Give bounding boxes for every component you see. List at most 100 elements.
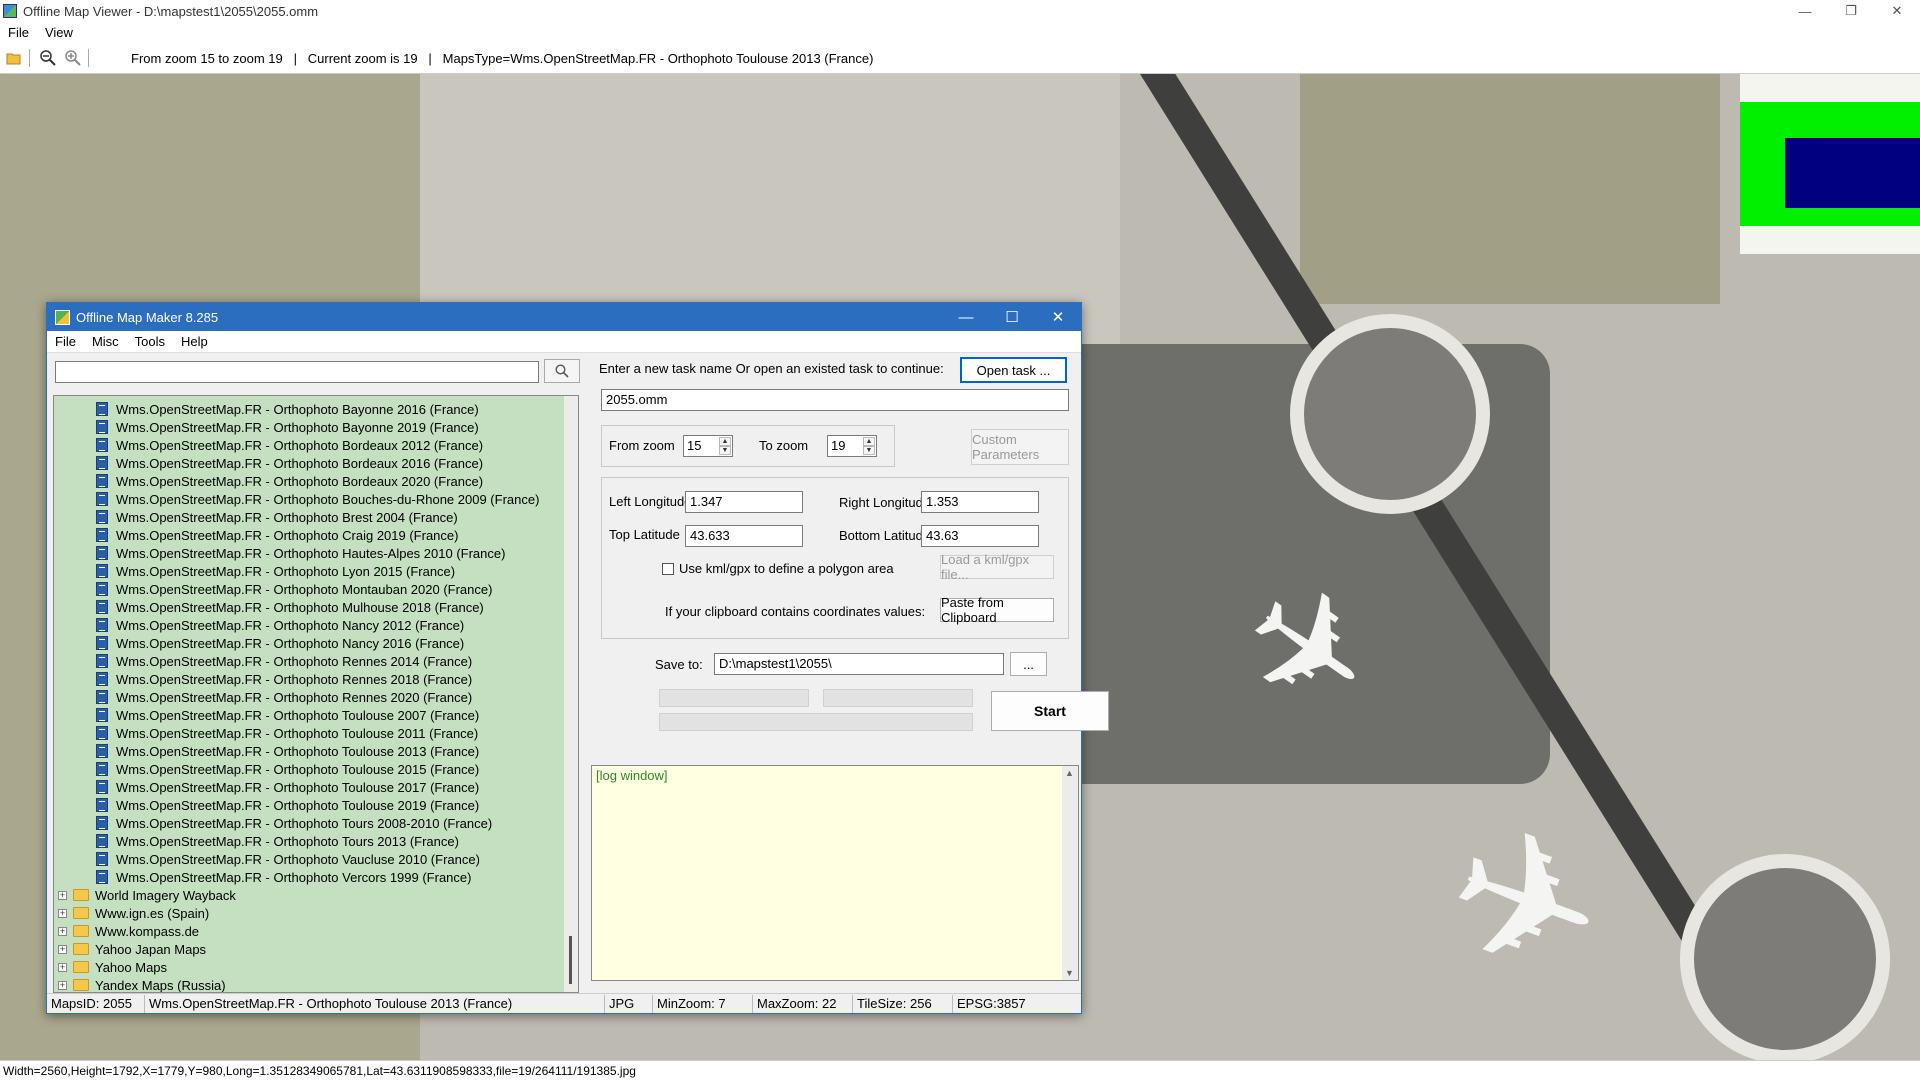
paste-clipboard-button[interactable]: Paste from Clipboard	[940, 595, 1054, 625]
tree-item-map[interactable]: Wms.OpenStreetMap.FR - Orthophoto Hautes…	[96, 544, 505, 562]
tree-item-map[interactable]: Wms.OpenStreetMap.FR - Orthophoto Toulou…	[96, 724, 478, 742]
tree-item-map[interactable]: Wms.OpenStreetMap.FR - Orthophoto Toulou…	[96, 760, 479, 778]
tree-item-map[interactable]: Wms.OpenStreetMap.FR - Orthophoto Bordea…	[96, 472, 483, 490]
dialog-maximize-button[interactable]: ☐	[989, 303, 1035, 331]
log-scrollbar[interactable]: ▲ ▼	[1062, 766, 1078, 980]
tree-item-map[interactable]: Wms.OpenStreetMap.FR - Orthophoto Craig …	[96, 526, 458, 544]
tree-item-map[interactable]: Wms.OpenStreetMap.FR - Orthophoto Bordea…	[96, 454, 483, 472]
tree-item-map[interactable]: Wms.OpenStreetMap.FR - Orthophoto Vercor…	[96, 868, 471, 886]
tree-item-map[interactable]: Wms.OpenStreetMap.FR - Orthophoto Bayonn…	[96, 418, 479, 436]
tree-item-map[interactable]: Wms.OpenStreetMap.FR - Orthophoto Toulou…	[96, 796, 479, 814]
to-zoom-label: To zoom	[759, 438, 809, 453]
log-window[interactable]: [log window] ▲ ▼	[591, 765, 1079, 981]
zoom-in-icon[interactable]	[62, 47, 84, 69]
main-status-text: Width=2560,Height=1792,X=1779,Y=980,Long…	[3, 1063, 636, 1078]
tree-item-map[interactable]: Wms.OpenStreetMap.FR - Orthophoto Bordea…	[96, 436, 483, 454]
left-longitude-field[interactable]: 1.347	[685, 491, 803, 513]
app-icon	[3, 4, 17, 18]
overview-viewport[interactable]	[1785, 138, 1920, 208]
tree-scrollbar[interactable]	[564, 396, 578, 992]
scroll-up-icon[interactable]: ▲	[1065, 768, 1074, 778]
tree-item-map[interactable]: Wms.OpenStreetMap.FR - Orthophoto Toulou…	[96, 706, 479, 724]
tree-folder-label: Yandex Maps (Russia)	[95, 977, 226, 993]
menu-file[interactable]: File	[0, 25, 37, 40]
dialog-menu-file[interactable]: File	[47, 334, 84, 349]
save-to-field[interactable]: D:\mapstest1\2055\	[714, 653, 1004, 675]
tree-item-map[interactable]: Wms.OpenStreetMap.FR - Orthophoto Rennes…	[96, 688, 472, 706]
tree-folder[interactable]: + Yahoo Japan Maps	[58, 940, 206, 958]
to-zoom-down-icon[interactable]: ▼	[863, 446, 875, 455]
to-zoom-up-icon[interactable]: ▲	[863, 437, 875, 446]
tree-scroll-thumb[interactable]	[569, 936, 572, 984]
tree-folder-label: Yahoo Maps	[95, 959, 168, 975]
open-task-button[interactable]: Open task ...	[960, 357, 1067, 383]
dialog-menu-tools[interactable]: Tools	[127, 334, 173, 349]
from-zoom-up-icon[interactable]: ▲	[719, 437, 731, 446]
tree-item-label: Wms.OpenStreetMap.FR - Orthophoto Nancy …	[116, 617, 465, 633]
map-search-input[interactable]	[55, 361, 539, 383]
tree-folder[interactable]: + Yahoo Maps	[58, 958, 167, 976]
dialog-close-button[interactable]: ✕	[1035, 303, 1081, 331]
tree-item-map[interactable]: Wms.OpenStreetMap.FR - Orthophoto Rennes…	[96, 652, 472, 670]
dialog-title-bar[interactable]: Offline Map Maker 8.285 — ☐ ✕	[47, 303, 1081, 331]
tree-item-map[interactable]: Wms.OpenStreetMap.FR - Orthophoto Vauclu…	[96, 850, 480, 868]
tree-folder[interactable]: + Www.kompass.de	[58, 922, 199, 940]
search-button[interactable]	[544, 359, 580, 383]
close-button[interactable]: ✕	[1874, 0, 1920, 22]
use-kml-checkbox[interactable]	[662, 563, 674, 575]
dialog-menu-misc[interactable]: Misc	[84, 334, 127, 349]
browse-folder-button[interactable]: ...	[1010, 652, 1047, 676]
tree-item-map[interactable]: Wms.OpenStreetMap.FR - Orthophoto Brest …	[96, 508, 458, 526]
load-kml-button[interactable]: Load a kml/gpx file...	[940, 552, 1054, 582]
tree-item-label: Wms.OpenStreetMap.FR - Orthophoto Bayonn…	[116, 401, 479, 417]
tree-item-map[interactable]: Wms.OpenStreetMap.FR - Orthophoto Nancy …	[96, 616, 464, 634]
minimize-button[interactable]: —	[1782, 0, 1828, 22]
clipboard-label: If your clipboard contains coordinates v…	[665, 604, 926, 619]
open-folder-icon[interactable]	[3, 47, 25, 69]
tree-item-label: Wms.OpenStreetMap.FR - Orthophoto Bouche…	[116, 491, 540, 507]
tree-item-map[interactable]: Wms.OpenStreetMap.FR - Orthophoto Montau…	[96, 580, 492, 598]
dialog-menu-help[interactable]: Help	[173, 334, 216, 349]
expand-icon[interactable]: +	[58, 980, 67, 990]
dialog-menu-bar: File Misc Tools Help	[47, 331, 1081, 353]
tree-folder[interactable]: + Yandex Maps (Russia)	[58, 976, 226, 993]
expand-icon[interactable]: +	[58, 962, 67, 972]
tree-folder[interactable]: + Www.ign.es (Spain)	[58, 904, 209, 922]
from-zoom-down-icon[interactable]: ▼	[719, 446, 731, 455]
folder-icon	[73, 961, 89, 973]
right-longitude-field[interactable]: 1.353	[921, 491, 1039, 513]
dialog-minimize-button[interactable]: —	[943, 303, 989, 331]
menu-view[interactable]: View	[37, 25, 81, 40]
map-source-tree[interactable]: Wms.OpenStreetMap.FR - Orthophoto Bayonn…	[53, 395, 579, 993]
bottom-latitude-field[interactable]: 43.63	[921, 525, 1039, 547]
tree-item-map[interactable]: Wms.OpenStreetMap.FR - Orthophoto Rennes…	[96, 670, 472, 688]
tree-item-map[interactable]: Wms.OpenStreetMap.FR - Orthophoto Lyon 2…	[96, 562, 455, 580]
tree-item-map[interactable]: Wms.OpenStreetMap.FR - Orthophoto Toulou…	[96, 742, 479, 760]
top-latitude-field[interactable]: 43.633	[685, 525, 803, 547]
tree-item-map[interactable]: Wms.OpenStreetMap.FR - Orthophoto Nancy …	[96, 634, 464, 652]
expand-icon[interactable]: +	[58, 944, 67, 954]
restore-button[interactable]: ❐	[1828, 0, 1874, 22]
task-name-field[interactable]: 2055.omm	[601, 389, 1069, 411]
tree-folder[interactable]: + World Imagery Wayback	[58, 886, 236, 904]
tree-item-map[interactable]: Wms.OpenStreetMap.FR - Orthophoto Bayonn…	[96, 400, 479, 418]
zoom-out-icon[interactable]	[37, 47, 59, 69]
start-button[interactable]: Start	[991, 691, 1109, 731]
custom-parameters-button[interactable]: Custom Parameters	[971, 429, 1069, 465]
to-zoom-stepper[interactable]: 19 ▲ ▼	[827, 435, 877, 457]
tree-item-map[interactable]: Wms.OpenStreetMap.FR - Orthophoto Tours …	[96, 832, 459, 850]
tree-item-map[interactable]: Wms.OpenStreetMap.FR - Orthophoto Bouche…	[96, 490, 539, 508]
expand-icon[interactable]: +	[58, 890, 67, 900]
map-source-icon	[96, 492, 108, 506]
map-source-pane: Wms.OpenStreetMap.FR - Orthophoto Bayonn…	[47, 353, 584, 993]
expand-icon[interactable]: +	[58, 926, 67, 936]
from-zoom-stepper[interactable]: 15 ▲ ▼	[683, 435, 733, 457]
scroll-down-icon[interactable]: ▼	[1065, 968, 1074, 978]
tree-item-map[interactable]: Wms.OpenStreetMap.FR - Orthophoto Tours …	[96, 814, 492, 832]
expand-icon[interactable]: +	[58, 908, 67, 918]
tree-item-map[interactable]: Wms.OpenStreetMap.FR - Orthophoto Mulhou…	[96, 598, 484, 616]
map-source-icon	[96, 510, 108, 524]
map-overview[interactable]	[1740, 74, 1920, 254]
tree-item-map[interactable]: Wms.OpenStreetMap.FR - Orthophoto Toulou…	[96, 778, 479, 796]
log-text: [log window]	[596, 768, 668, 783]
